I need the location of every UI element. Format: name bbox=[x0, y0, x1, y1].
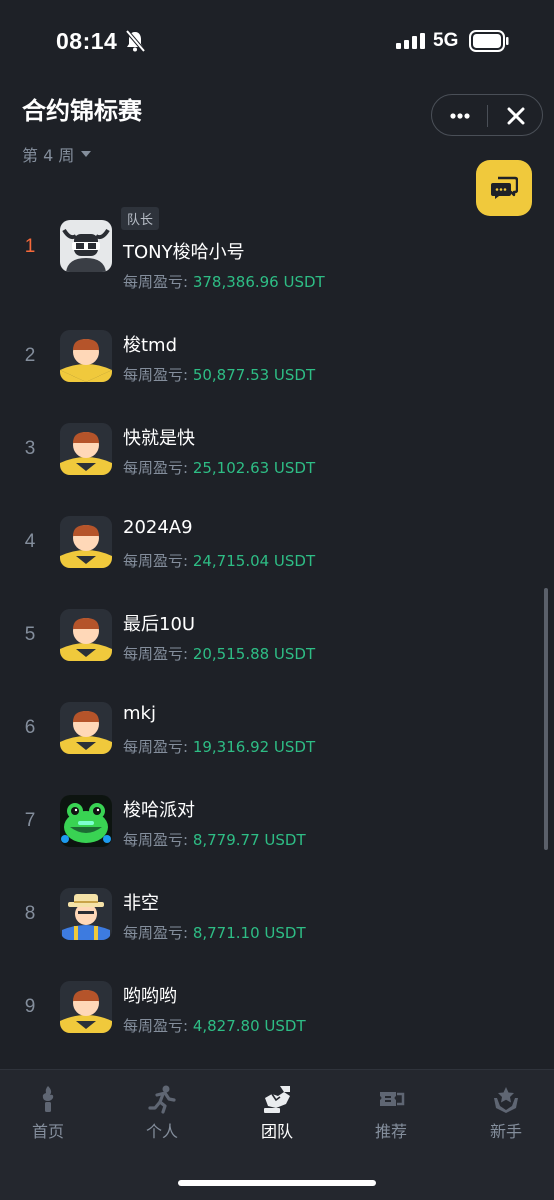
member-name: 2024A9 bbox=[123, 517, 193, 538]
caret-down-icon bbox=[81, 151, 92, 157]
weekly-pnl: 每周盈亏: 4,827.80 USDT bbox=[123, 1017, 306, 1035]
scrollbar[interactable] bbox=[544, 588, 548, 850]
rank-number: 1 bbox=[24, 236, 36, 257]
weekly-pnl: 每周盈亏: 8,779.77 USDT bbox=[123, 831, 306, 849]
default-avatar-icon bbox=[60, 423, 112, 475]
leaderboard-row[interactable]: 8 非空 每周盈亏: 8,771.10 USDT bbox=[0, 851, 554, 944]
weekly-pnl: 每周盈亏: 50,877.53 USDT bbox=[123, 366, 316, 384]
avatar bbox=[60, 981, 112, 1033]
bell-muted-icon bbox=[125, 29, 146, 53]
nav-label: 首页 bbox=[31, 1122, 64, 1141]
nav-label: 团队 bbox=[260, 1122, 293, 1141]
avatar bbox=[60, 220, 112, 272]
nav-referral[interactable]: 推荐 bbox=[346, 1084, 436, 1142]
rank-number: 4 bbox=[24, 531, 36, 552]
home-indicator[interactable] bbox=[178, 1180, 376, 1186]
nav-label: 推荐 bbox=[374, 1122, 407, 1141]
leaderboard-row[interactable]: 6 mkj 每周盈亏: 19,316.92 USDT bbox=[0, 665, 554, 758]
avatar bbox=[60, 423, 112, 475]
avatar bbox=[60, 888, 112, 940]
capsule-divider bbox=[487, 105, 488, 127]
rank-number: 9 bbox=[24, 996, 36, 1017]
weekly-pnl: 每周盈亏: 24,715.04 USDT bbox=[123, 552, 316, 570]
star-hands-icon bbox=[494, 1087, 518, 1113]
status-time: 08:14 bbox=[56, 28, 118, 54]
nav-newbie[interactable]: 新手 bbox=[461, 1084, 551, 1142]
default-avatar-icon bbox=[60, 981, 112, 1033]
leaderboard-row[interactable]: 4 2024A9 每周盈亏: 24,715.04 USDT bbox=[0, 479, 554, 572]
runner-icon bbox=[148, 1085, 176, 1114]
more-icon[interactable] bbox=[446, 103, 474, 129]
pnl-value: 378,386.96 USDT bbox=[192, 273, 325, 291]
network-type: 5G bbox=[433, 30, 459, 51]
bull-avatar-icon bbox=[60, 220, 112, 272]
page-title: 合约锦标赛 bbox=[22, 97, 142, 125]
team-handshake-icon bbox=[264, 1086, 290, 1113]
torch-icon bbox=[42, 1086, 54, 1112]
nav-team[interactable]: 团队 bbox=[232, 1084, 322, 1142]
weekly-pnl: 每周盈亏: 378,386.96 USDT bbox=[123, 273, 325, 291]
rank-number: 7 bbox=[24, 810, 36, 831]
default-avatar-icon bbox=[60, 516, 112, 568]
signal-icon bbox=[396, 33, 425, 49]
rank-number: 8 bbox=[24, 903, 36, 924]
pnl-value: 50,877.53 USDT bbox=[192, 366, 316, 384]
close-icon[interactable] bbox=[502, 103, 530, 129]
leaderboard-row[interactable]: 1 TONY梭哈小号 每周盈亏: 378,386.96 USDT bbox=[0, 200, 554, 293]
avatar bbox=[60, 609, 112, 661]
pnl-value: 8,779.77 USDT bbox=[192, 831, 306, 849]
nav-label: 个人 bbox=[145, 1122, 178, 1141]
leaderboard-row[interactable]: 2 梭tmd 每周盈亏: 50,877.53 USDT bbox=[0, 293, 554, 386]
weekly-pnl: 每周盈亏: 8,771.10 USDT bbox=[123, 924, 306, 942]
leaderboard-row[interactable]: 7 梭哈派对 每周盈亏: 8,779.77 USDT bbox=[0, 758, 554, 851]
avatar bbox=[60, 516, 112, 568]
default-avatar-icon bbox=[60, 609, 112, 661]
weekly-pnl: 每周盈亏: 20,515.88 USDT bbox=[123, 645, 316, 663]
default-avatar-icon bbox=[60, 702, 112, 754]
pnl-value: 24,715.04 USDT bbox=[192, 552, 316, 570]
member-name: 梭哈派对 bbox=[123, 800, 195, 821]
rank-number: 5 bbox=[24, 624, 36, 645]
member-name: 梭tmd bbox=[123, 335, 178, 356]
pnl-value: 8,771.10 USDT bbox=[192, 924, 306, 942]
chat-bubble-icon bbox=[491, 176, 518, 199]
status-bar: 08:14 5G bbox=[0, 0, 554, 84]
weekly-pnl: 每周盈亏: 19,316.92 USDT bbox=[123, 738, 316, 756]
nav-home[interactable]: 首页 bbox=[3, 1084, 93, 1142]
week-label: 第 4 周 bbox=[22, 146, 75, 165]
member-name: 哟哟哟 bbox=[123, 986, 177, 1007]
member-name: 非空 bbox=[123, 893, 159, 914]
miniapp-capsule bbox=[431, 94, 543, 136]
leaderboard-row[interactable]: 5 最后10U 每周盈亏: 20,515.88 USDT bbox=[0, 572, 554, 665]
member-name: mkj bbox=[123, 703, 156, 724]
member-name: 快就是快 bbox=[123, 428, 195, 449]
nav-personal[interactable]: 个人 bbox=[117, 1084, 207, 1142]
leaderboard-row[interactable]: 3 快就是快 每周盈亏: 25,102.63 USDT bbox=[0, 386, 554, 479]
default-avatar-icon bbox=[60, 330, 112, 382]
pnl-value: 4,827.80 USDT bbox=[192, 1017, 306, 1035]
avatar bbox=[60, 330, 112, 382]
pnl-value: 20,515.88 USDT bbox=[192, 645, 316, 663]
member-name: 最后10U bbox=[123, 614, 196, 635]
rank-number: 2 bbox=[24, 345, 36, 366]
pnl-value: 25,102.63 USDT bbox=[192, 459, 316, 477]
farmer-avatar-icon bbox=[60, 888, 112, 940]
week-selector[interactable]: 第 4 周 bbox=[22, 142, 92, 166]
battery-icon bbox=[469, 30, 509, 52]
member-name: TONY梭哈小号 bbox=[123, 242, 245, 263]
nav-label: 新手 bbox=[489, 1122, 522, 1141]
avatar bbox=[60, 795, 112, 847]
ticket-icon bbox=[380, 1092, 405, 1106]
pnl-value: 19,316.92 USDT bbox=[192, 738, 316, 756]
rank-number: 3 bbox=[24, 438, 36, 459]
avatar bbox=[60, 702, 112, 754]
frog-avatar-icon bbox=[60, 795, 112, 847]
rank-number: 6 bbox=[24, 717, 36, 738]
weekly-pnl: 每周盈亏: 25,102.63 USDT bbox=[123, 459, 316, 477]
leaderboard-row[interactable]: 9 哟哟哟 每周盈亏: 4,827.80 USDT bbox=[0, 944, 554, 1037]
